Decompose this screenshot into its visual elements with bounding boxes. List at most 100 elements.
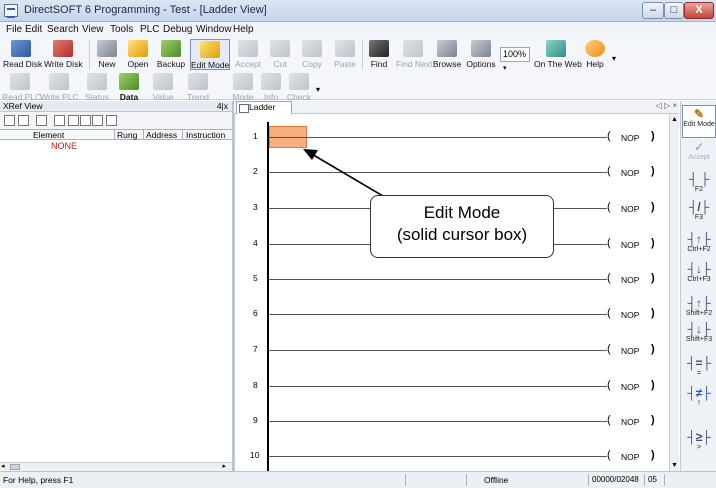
palette-equal-compare[interactable]: ┤=├ = xyxy=(681,357,716,378)
nop-coil-label[interactable]: NOP xyxy=(621,204,639,214)
menu-window[interactable]: Window xyxy=(196,24,232,35)
palette-immediate-closed-contact[interactable]: ┤↓├ Ctrl+F3 xyxy=(681,263,716,284)
ladder-vertical-scrollbar[interactable]: ▲ ▼ xyxy=(669,114,679,471)
palette-normally-closed-contact[interactable]: ┤/├ F3 xyxy=(681,201,716,222)
menu-edit[interactable]: Edit xyxy=(25,24,42,35)
value-button[interactable]: Value xyxy=(150,73,176,102)
status-button[interactable]: Status xyxy=(84,73,110,102)
rung-number: 2 xyxy=(253,166,258,176)
zoom-select[interactable]: 100% ▾ xyxy=(500,47,530,72)
column-address[interactable]: Address xyxy=(146,130,177,140)
nop-coil-label[interactable]: NOP xyxy=(621,346,639,356)
help-icon xyxy=(585,40,605,57)
data-button[interactable]: Data xyxy=(117,73,141,102)
nop-coil-label[interactable]: NOP xyxy=(621,275,639,285)
column-element[interactable]: Element xyxy=(33,130,64,140)
mode-button[interactable]: Mode xyxy=(232,73,254,102)
write-disk-button[interactable]: Write Disk xyxy=(44,40,83,69)
backup-button[interactable]: Backup xyxy=(156,40,186,69)
column-rung[interactable]: Rung xyxy=(117,130,137,140)
trend-button[interactable]: Trend xyxy=(185,73,211,102)
grid-view-icon[interactable] xyxy=(4,115,15,126)
menu-help[interactable]: Help xyxy=(233,24,254,35)
open-button[interactable]: Open xyxy=(125,40,151,69)
tab-scroll-close-controls[interactable]: ◁ ▷ × xyxy=(656,101,677,110)
cut-button[interactable]: Cut xyxy=(268,40,292,69)
ladder-editor[interactable]: 1 ( NOP ) 2 ( NOP ) 3 ( NOP ) 4 ( NOP ) … xyxy=(234,114,669,471)
status-divider xyxy=(405,474,406,486)
copy-button[interactable]: Copy xyxy=(300,40,324,69)
on-the-web-button[interactable]: On The Web xyxy=(534,40,582,69)
scroll-right-icon[interactable]: ▸ xyxy=(222,462,226,470)
palette-positive-edge-contact[interactable]: ┤↑├ Shift+F2 xyxy=(681,297,716,318)
rung-line[interactable] xyxy=(269,314,607,315)
scroll-up-icon[interactable]: ▲ xyxy=(671,115,678,124)
read-plc-button[interactable]: Read PLC xyxy=(2,73,41,102)
nop-coil-label[interactable]: NOP xyxy=(621,240,639,250)
paste-button[interactable]: Paste xyxy=(333,40,357,69)
check-button[interactable]: Check xyxy=(286,73,312,102)
nop-coil-label[interactable]: NOP xyxy=(621,382,639,392)
palette-immediate-contact[interactable]: ┤↑├ Ctrl+F2 xyxy=(681,233,716,254)
nop-coil-label[interactable]: NOP xyxy=(621,168,639,178)
edit-mode-button[interactable]: Edit Mode xyxy=(190,39,230,70)
nop-coil-label[interactable]: NOP xyxy=(621,452,639,462)
palette-negative-edge-contact[interactable]: ┤↓├ Shift+F3 xyxy=(681,323,716,344)
menu-search[interactable]: Search xyxy=(47,24,79,35)
new-button[interactable]: New xyxy=(96,40,118,69)
palette-normally-open-contact[interactable]: ┤ ├ F2 xyxy=(681,173,716,194)
scroll-down-icon[interactable]: ▼ xyxy=(671,461,678,470)
accept-button[interactable]: Accept xyxy=(234,40,262,69)
scroll-thumb[interactable] xyxy=(10,464,20,470)
palette-greater-compare[interactable]: ┤≥├ > xyxy=(681,431,716,452)
print-icon[interactable] xyxy=(54,115,65,126)
rung-line[interactable] xyxy=(269,350,607,351)
palette-accept[interactable]: ✓ Accept xyxy=(681,141,716,162)
menu-plc[interactable]: PLC xyxy=(140,24,159,35)
rung-line[interactable] xyxy=(269,172,607,173)
next-arrow-icon[interactable] xyxy=(92,115,103,126)
find-next-button[interactable]: Find Next xyxy=(396,40,432,69)
menu-tools[interactable]: Tools xyxy=(110,24,133,35)
toolbar-more-chevron[interactable]: ▾ xyxy=(612,54,616,63)
browse-button[interactable]: Browse xyxy=(432,40,462,69)
menu-debug[interactable]: Debug xyxy=(163,24,192,35)
help-button[interactable]: Help xyxy=(584,40,606,69)
prev-arrow-icon[interactable] xyxy=(80,115,91,126)
nop-coil-label[interactable]: NOP xyxy=(621,133,639,143)
write-plc-button[interactable]: Write PLC xyxy=(40,73,79,102)
rung-line[interactable] xyxy=(269,137,607,138)
pane-pin-close-controls[interactable]: 4|x xyxy=(217,101,228,111)
maximize-button[interactable]: □ xyxy=(664,2,684,19)
toolbar-more-chevron[interactable]: ▾ xyxy=(316,85,320,94)
rung-line[interactable] xyxy=(269,279,607,280)
options-button[interactable]: Options xyxy=(466,40,496,69)
app-icon[interactable] xyxy=(4,4,18,18)
palette-edit-mode[interactable]: ✎ Edit Mode xyxy=(681,108,716,129)
nop-coil-label[interactable]: NOP xyxy=(621,417,639,427)
menu-file[interactable]: File xyxy=(6,24,22,35)
rung-line[interactable] xyxy=(269,456,607,457)
xref-toolbar xyxy=(0,112,232,129)
export-icon[interactable] xyxy=(68,115,79,126)
paste-icon xyxy=(335,40,355,57)
xref-horizontal-scrollbar[interactable]: ◂ ▸ xyxy=(0,462,232,471)
menu-view[interactable]: View xyxy=(82,24,104,35)
palette-not-equal-compare[interactable]: ┤≠├ ! xyxy=(681,387,716,408)
minimize-button[interactable]: – xyxy=(642,2,664,19)
rung-line[interactable] xyxy=(269,421,607,422)
tab-ladder-view[interactable]: Ladder View xyxy=(236,101,292,123)
scroll-left-icon[interactable]: ◂ xyxy=(1,462,5,470)
close-button[interactable]: X xyxy=(684,2,714,19)
read-disk-button[interactable]: Read Disk xyxy=(3,40,42,69)
rung-line[interactable] xyxy=(269,386,607,387)
info-button[interactable]: Info xyxy=(260,73,282,102)
nop-coil-label[interactable]: NOP xyxy=(621,310,639,320)
column-instruction[interactable]: Instruction xyxy=(186,130,225,140)
filter-icon[interactable] xyxy=(36,115,47,126)
pencil-icon: ✎ xyxy=(693,107,705,121)
coil-open-paren: ( xyxy=(607,414,611,426)
list-view-icon[interactable] xyxy=(18,115,29,126)
refresh-icon[interactable] xyxy=(106,115,117,126)
find-button[interactable]: Find xyxy=(368,40,390,69)
